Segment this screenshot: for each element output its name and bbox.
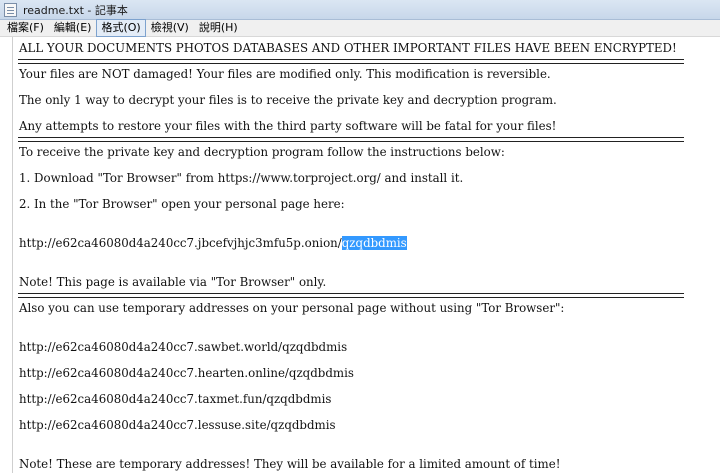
menu-bar: 檔案(F) 編輯(E) 格式(O) 檢視(V) 說明(H) [0,19,720,37]
selected-text[interactable]: qzqdbdmis [341,236,407,250]
temp-url: http://e62ca46080d4a240cc7.lessuse.site/… [19,418,336,432]
title-bar[interactable]: readme.txt - 記事本 [0,0,720,20]
ransom-header: ALL YOUR DOCUMENTS PHOTOS DATABASES AND … [19,41,677,55]
notepad-icon [4,2,17,17]
menu-help[interactable]: 說明(H) [194,20,243,36]
text-line: To receive the private key and decryptio… [19,145,505,159]
window-title: readme.txt - 記事本 [23,3,128,17]
temp-url: http://e62ca46080d4a240cc7.sawbet.world/… [19,340,348,354]
text-line: Any attempts to restore your files with … [19,119,557,133]
text-line: Note! This page is available via "Tor Br… [19,275,327,289]
menu-edit[interactable]: 編輯(E) [49,20,97,36]
text-line: Note! These are temporary addresses! The… [19,457,561,471]
text-line: The only 1 way to decrypt your files is … [19,93,557,107]
text-line: 1. Download "Tor Browser" from https://w… [19,171,464,185]
text-editor-area[interactable]: ALL YOUR DOCUMENTS PHOTOS DATABASES AND … [12,37,720,473]
menu-format[interactable]: 格式(O) [96,19,146,37]
onion-url-line: http://e62ca46080d4a240cc7.jbcefvjhjc3mf… [19,236,407,250]
text-line: 2. In the "Tor Browser" open your person… [19,197,345,211]
temp-url: http://e62ca46080d4a240cc7.taxmet.fun/qz… [19,392,332,406]
separator-line [18,137,684,142]
menu-file[interactable]: 檔案(F) [2,20,49,36]
separator-line [18,293,684,298]
temp-url: http://e62ca46080d4a240cc7.hearten.onlin… [19,366,354,380]
text-line: Your files are NOT damaged! Your files a… [19,67,551,81]
menu-view[interactable]: 檢視(V) [146,20,194,36]
onion-url: http://e62ca46080d4a240cc7.jbcefvjhjc3mf… [19,236,342,250]
separator-line [18,59,684,64]
text-line: Also you can use temporary addresses on … [19,301,565,315]
